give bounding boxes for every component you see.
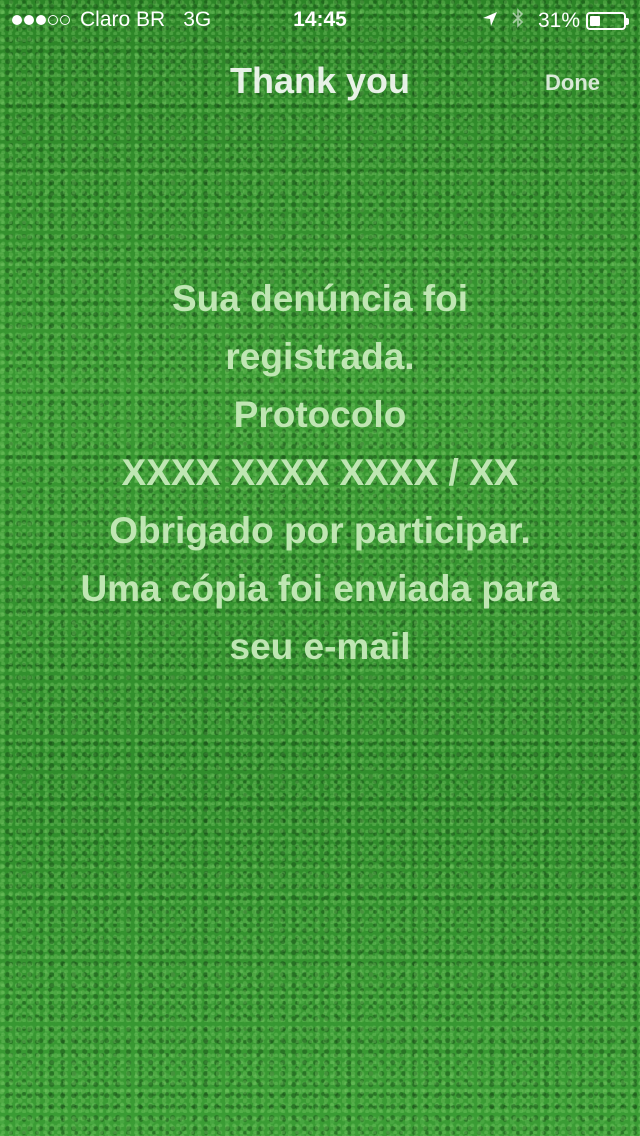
status-bar: Claro BR 3G 14:45 31% — [0, 0, 640, 40]
navigation-bar: Thank you Done — [0, 40, 640, 128]
message-line: seu e-mail — [229, 626, 411, 667]
battery-icon — [586, 12, 629, 30]
battery-percent: 31% — [537, 9, 580, 32]
status-right: 31% — [482, 8, 629, 34]
page-title: Thank you — [229, 60, 411, 101]
thank-you-screen: Claro BR 3G 14:45 31% Thank you Done Sua… — [0, 0, 640, 1136]
message-line: Protocolo — [233, 394, 407, 435]
message-line: registrada. — [225, 336, 415, 377]
message-line: Sua denúncia foi — [171, 278, 469, 319]
done-button[interactable]: Done — [545, 70, 600, 96]
bluetooth-icon — [512, 8, 524, 34]
message-line: Uma cópia foi enviada para — [80, 568, 560, 609]
battery-fill — [590, 16, 600, 26]
location-arrow-icon — [482, 9, 498, 33]
message-line: Obrigado por participar. — [109, 510, 531, 551]
confirmation-message: Sua denúncia foi registrada. Protocolo X… — [10, 270, 630, 676]
protocol-number: XXXX XXXX XXXX / XX — [121, 452, 519, 493]
